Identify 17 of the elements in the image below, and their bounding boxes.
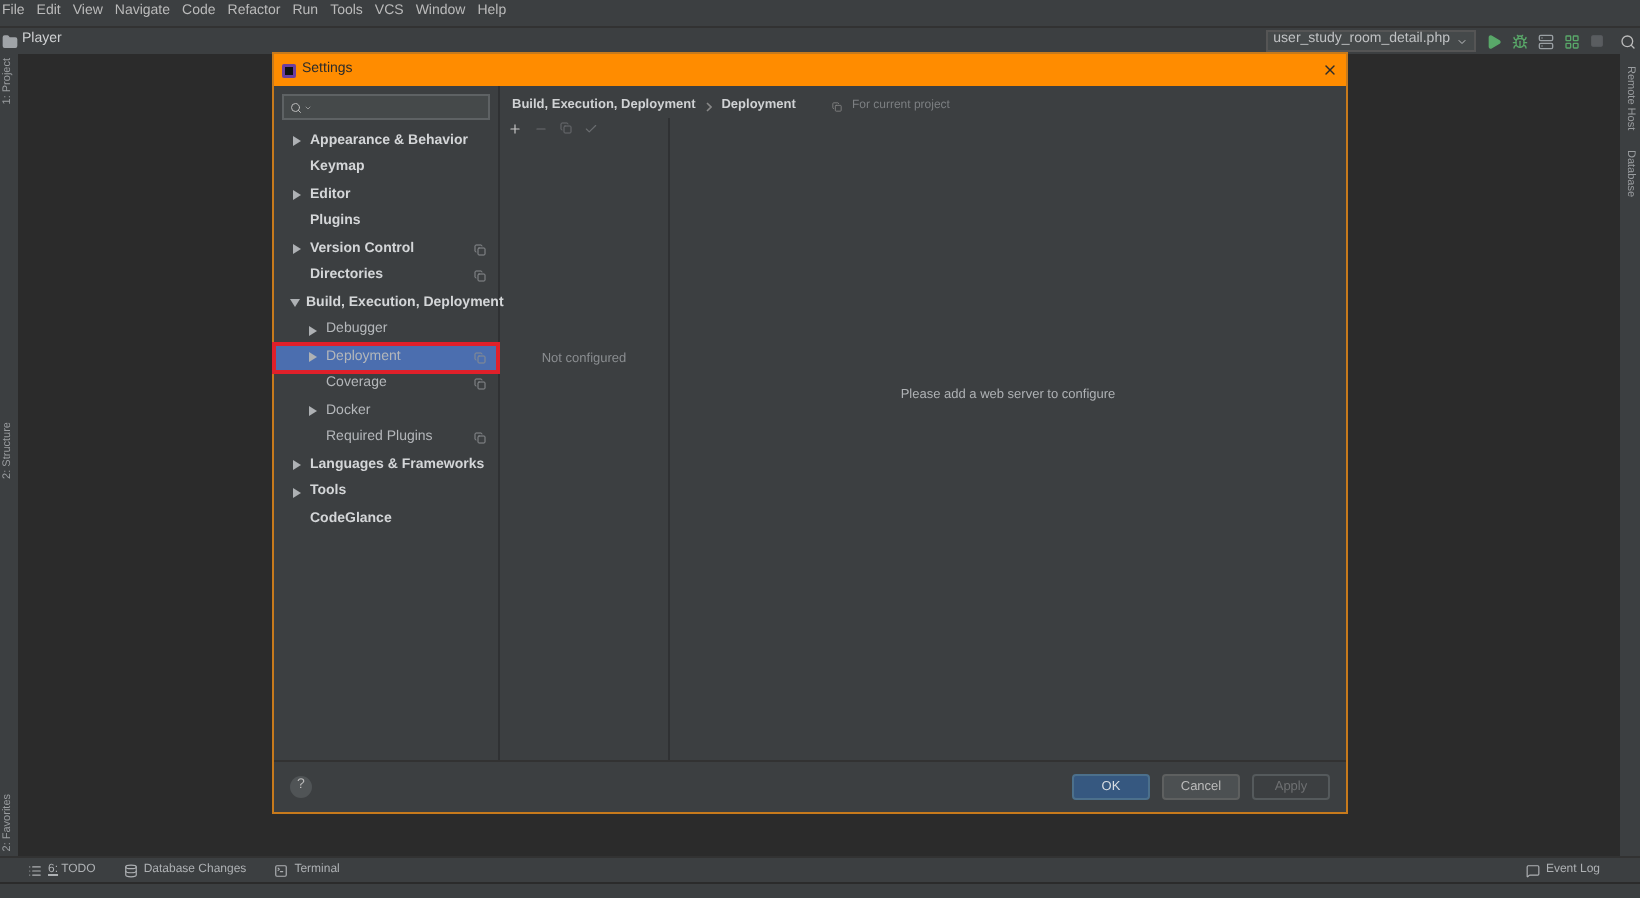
project-scope-icon	[831, 101, 842, 111]
close-icon[interactable]	[1322, 62, 1338, 78]
search-icon	[290, 101, 302, 113]
speech-bubble-icon	[1525, 863, 1540, 877]
list-icon	[28, 863, 42, 877]
debug-icon[interactable]	[1512, 33, 1528, 49]
database-icon	[123, 863, 138, 877]
check-icon[interactable]	[584, 121, 598, 135]
run-icon[interactable]	[1486, 33, 1502, 49]
add-icon[interactable]	[508, 121, 522, 135]
terminal-icon	[274, 863, 289, 877]
search-icon[interactable]	[1620, 33, 1636, 49]
settings-search-field[interactable]	[282, 94, 490, 120]
caret-icon	[1456, 35, 1468, 47]
chevron-right-icon	[705, 101, 712, 111]
folder-icon	[2, 33, 18, 49]
app-logo-icon	[282, 63, 296, 77]
